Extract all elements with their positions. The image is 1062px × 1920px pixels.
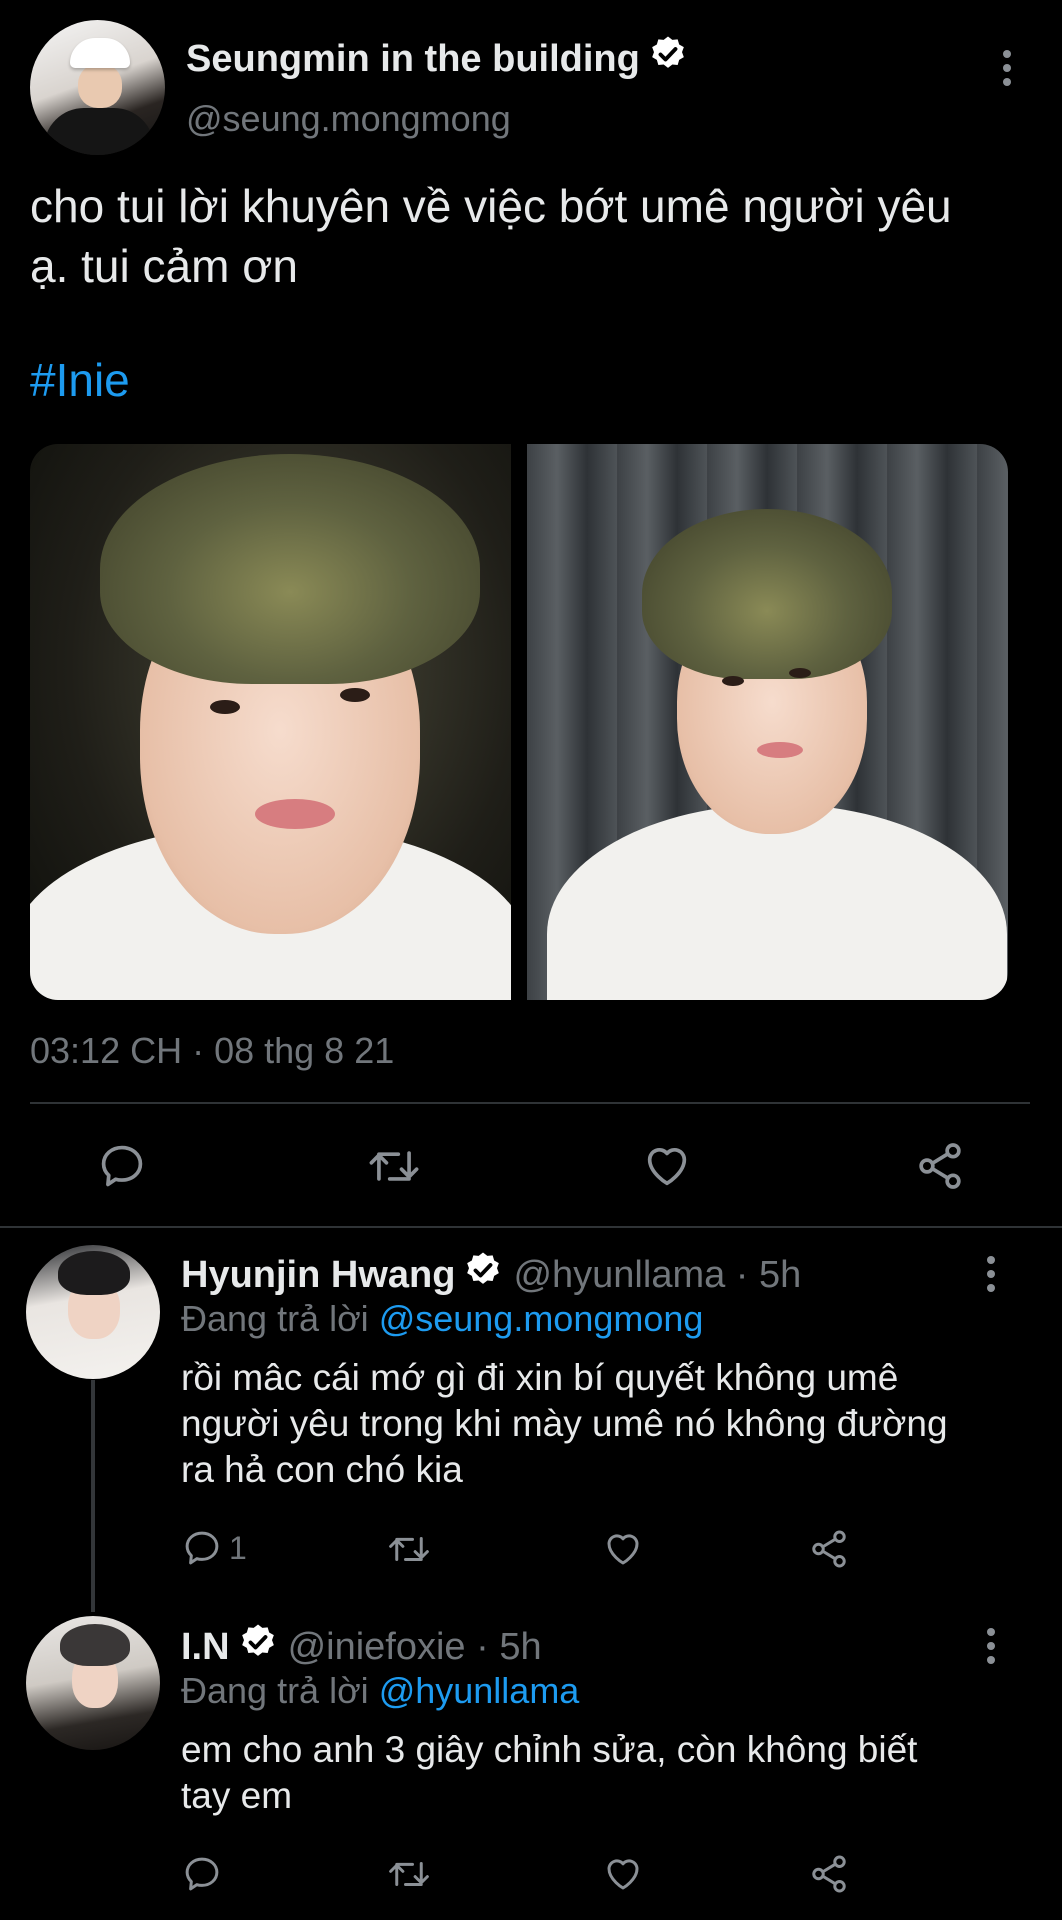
author-handle[interactable]: @seung.mongmong (186, 98, 511, 140)
replying-to: Đang trả lời @seung.mongmong (181, 1298, 703, 1340)
reply-icon (185, 1531, 219, 1565)
replying-to: Đang trả lời @hyunllama (181, 1670, 579, 1712)
section-divider (0, 1226, 1062, 1228)
reply-author-line[interactable]: I.N @iniefoxie · 5h (181, 1622, 542, 1672)
retweet-icon[interactable] (366, 1140, 422, 1192)
verified-badge-icon (238, 1622, 278, 1672)
retweet-icon[interactable] (386, 1528, 432, 1570)
more-icon[interactable] (987, 1628, 995, 1664)
reply-count: 1 (229, 1529, 247, 1566)
verified-badge-icon (463, 1250, 503, 1300)
share-icon[interactable] (808, 1528, 850, 1570)
display-name[interactable]: Seungmin in the building (186, 38, 640, 81)
tweet-timestamp[interactable]: 03:12 CH · 08 thg 8 21 (30, 1030, 394, 1072)
main-tweet: Seungmin in the building @seung.mongmong… (0, 0, 1062, 1225)
heart-icon[interactable] (601, 1528, 645, 1570)
more-icon[interactable] (987, 1256, 995, 1292)
avatar[interactable] (30, 20, 165, 155)
reply-button[interactable]: 1 (181, 1527, 247, 1569)
more-icon[interactable] (1003, 50, 1011, 86)
photo-1[interactable] (30, 444, 511, 1000)
divider (30, 1102, 1030, 1104)
hashtag-link[interactable]: #Inie (30, 353, 130, 407)
thread-line (91, 1380, 95, 1612)
share-icon[interactable] (808, 1853, 850, 1895)
author-name-line[interactable]: Seungmin in the building (186, 34, 688, 84)
mention-link[interactable]: @hyunllama (379, 1670, 580, 1711)
mention-link[interactable]: @seung.mongmong (379, 1298, 704, 1339)
reply-icon[interactable] (181, 1853, 223, 1895)
avatar[interactable] (26, 1245, 160, 1379)
reply-text: em cho anh 3 giây chỉnh sửa, còn không b… (181, 1729, 918, 1816)
photo-2[interactable] (527, 444, 1008, 1000)
heart-icon[interactable] (640, 1140, 694, 1192)
handle-time[interactable]: @iniefoxie · 5h (288, 1626, 542, 1669)
handle-time[interactable]: @hyunllama · 5h (513, 1254, 801, 1297)
share-icon[interactable] (914, 1140, 966, 1192)
replying-label: Đang trả lời (181, 1298, 379, 1339)
media-grid (30, 444, 1008, 1000)
tweet-detail-page: Seungmin in the building @seung.mongmong… (0, 0, 1062, 1920)
retweet-icon[interactable] (386, 1853, 432, 1895)
verified-badge-icon (648, 34, 688, 84)
avatar[interactable] (26, 1616, 160, 1750)
display-name[interactable]: Hyunjin Hwang (181, 1254, 455, 1297)
reply-author-line[interactable]: Hyunjin Hwang @hyunllama · 5h (181, 1250, 801, 1300)
replying-label: Đang trả lời (181, 1670, 379, 1711)
reply-icon[interactable] (96, 1140, 148, 1192)
heart-icon[interactable] (601, 1853, 645, 1895)
reply-text: rồi mâc cái mớ gì đi xin bí quyết không … (181, 1357, 948, 1490)
tweet-text: cho tui lời khuyên về việc bớt umê người… (30, 180, 952, 292)
display-name[interactable]: I.N (181, 1626, 230, 1669)
